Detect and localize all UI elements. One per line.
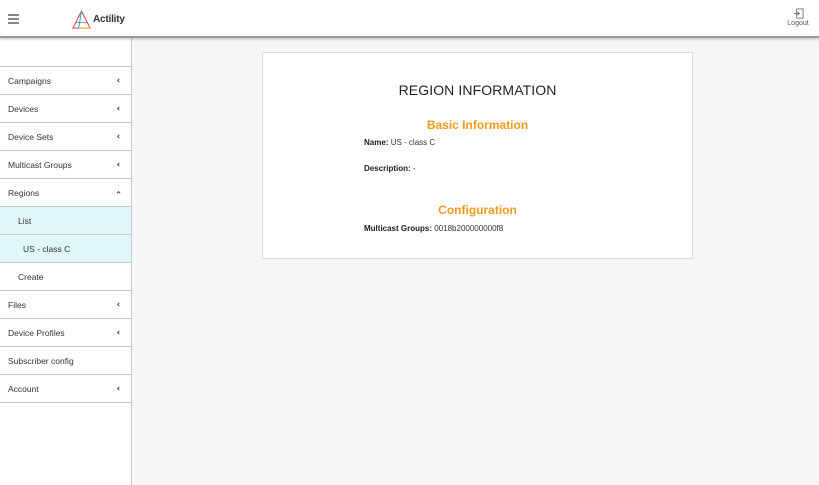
sidebar-item-label: Files bbox=[8, 299, 26, 310]
multicast-groups-value: 0018b200000000f8 bbox=[434, 224, 504, 233]
sidebar-item-label: Device Sets bbox=[8, 131, 54, 142]
basic-info-heading: Basic Information bbox=[426, 118, 529, 132]
chevron-left-icon bbox=[116, 123, 121, 150]
sidebar-subitem-regions-list[interactable]: List bbox=[0, 207, 131, 235]
region-info-card: REGION INFORMATION Basic Information Nam… bbox=[262, 52, 693, 259]
chevron-left-icon bbox=[116, 291, 121, 318]
chevron-left-icon bbox=[116, 67, 121, 94]
multicast-groups-label: Multicast Groups: bbox=[364, 224, 433, 233]
sidebar-item-label: Regions bbox=[8, 187, 40, 198]
sidebar-item-label: Account bbox=[8, 383, 39, 394]
sidebar-item-label: Multicast Groups bbox=[8, 159, 72, 170]
sidebar-item-subscriber-config[interactable]: Subscriber config bbox=[0, 347, 131, 375]
chevron-left-icon bbox=[116, 375, 121, 402]
sidebar-spacer bbox=[0, 38, 131, 67]
hamburger-menu-icon[interactable] bbox=[8, 14, 19, 24]
configuration-heading: Configuration bbox=[438, 203, 517, 217]
sidebar-subitem-label: Create bbox=[18, 271, 44, 282]
chevron-left-icon bbox=[116, 319, 121, 346]
sidebar-subitem-label: List bbox=[18, 215, 32, 226]
sidebar-item-label: Campaigns bbox=[8, 75, 51, 86]
sidebar-item-files[interactable]: Files bbox=[0, 291, 131, 319]
actility-logo[interactable]: Actility bbox=[72, 8, 125, 30]
logo-text: Actility bbox=[93, 13, 125, 25]
region-description-field: Description: - bbox=[364, 164, 416, 173]
region-name-label: Name: bbox=[364, 138, 389, 147]
sidebar-item-device-sets[interactable]: Device Sets bbox=[0, 123, 131, 151]
chevron-up-icon bbox=[116, 179, 121, 206]
sidebar-item-label: Devices bbox=[8, 103, 39, 114]
sidebar-item-devices[interactable]: Devices bbox=[0, 95, 131, 123]
sidebar-item-label: Subscriber config bbox=[8, 355, 74, 366]
multicast-groups-field: Multicast Groups: 0018b200000000f8 bbox=[364, 224, 503, 233]
sidebar-subitem-regions-create[interactable]: Create bbox=[0, 263, 131, 291]
region-name-value: US - class C bbox=[390, 138, 436, 147]
actility-logo-icon bbox=[72, 9, 91, 29]
logout-label: Logout bbox=[787, 20, 809, 27]
logout-button[interactable]: Logout bbox=[787, 8, 809, 27]
region-description-value: - bbox=[412, 164, 416, 173]
chevron-left-icon bbox=[116, 95, 121, 122]
sidebar-item-regions[interactable]: Regions bbox=[0, 179, 131, 207]
sidebar-subitem-region-us-class-c[interactable]: US - class C bbox=[0, 235, 131, 263]
region-name-field: Name: US - class C bbox=[364, 138, 435, 147]
sidebar-subitem-label: US - class C bbox=[23, 243, 71, 254]
sidebar-item-account[interactable]: Account bbox=[0, 375, 131, 403]
sidebar-item-label: Device Profiles bbox=[8, 327, 65, 338]
top-header: Actility Logout bbox=[0, 0, 819, 38]
sidebar-item-multicast-groups[interactable]: Multicast Groups bbox=[0, 151, 131, 179]
page-title: REGION INFORMATION bbox=[398, 82, 557, 98]
sidebar-item-device-profiles[interactable]: Device Profiles bbox=[0, 319, 131, 347]
sidebar-item-campaigns[interactable]: Campaigns bbox=[0, 67, 131, 95]
chevron-left-icon bbox=[116, 151, 121, 178]
region-description-label: Description: bbox=[364, 164, 411, 173]
logout-icon bbox=[793, 8, 803, 19]
sidebar: Campaigns Devices Device Sets Multicast … bbox=[0, 38, 132, 485]
